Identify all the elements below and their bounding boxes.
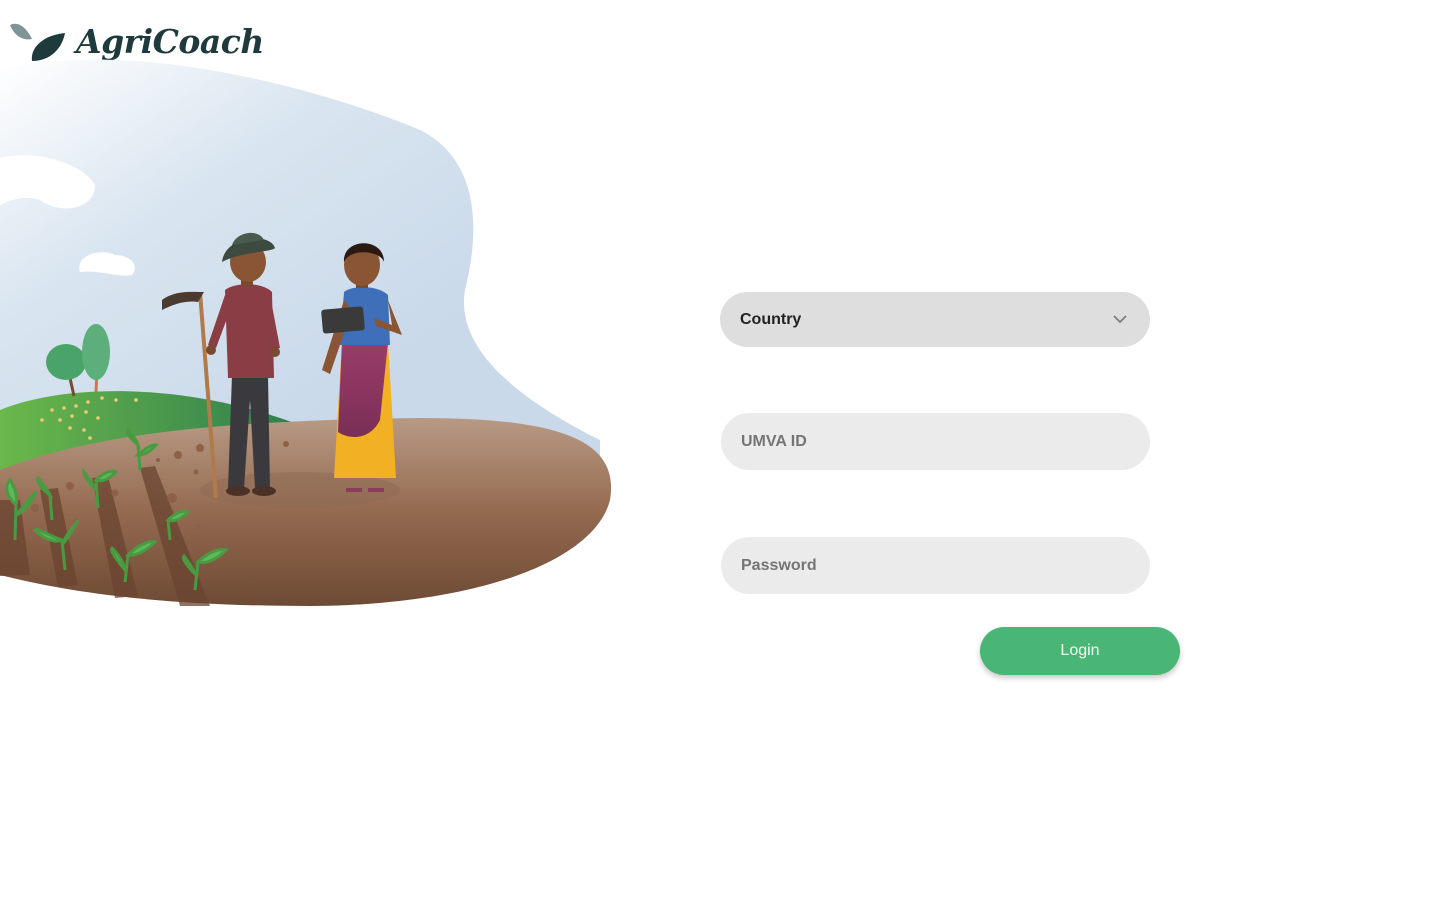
login-button[interactable]: Login bbox=[980, 627, 1180, 675]
password-input[interactable] bbox=[721, 537, 1150, 594]
chevron-down-icon bbox=[1110, 310, 1130, 330]
login-form: Country Login bbox=[720, 292, 1180, 682]
country-select-label: Country bbox=[740, 310, 802, 328]
farmers-illustration bbox=[0, 59, 612, 606]
country-select[interactable]: Country bbox=[720, 292, 1150, 347]
umva-id-input[interactable] bbox=[721, 413, 1150, 470]
